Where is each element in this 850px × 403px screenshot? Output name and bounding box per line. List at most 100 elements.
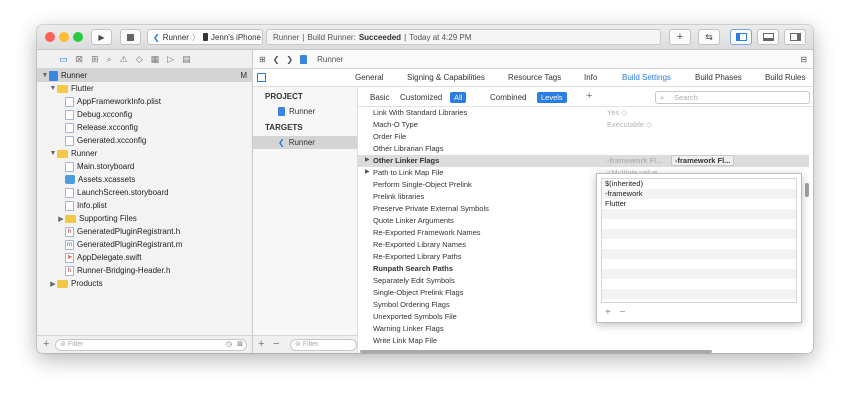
flag-values-list[interactable]: $(inherited) -framework Flutter (601, 178, 797, 303)
setting-row[interactable]: Link With Standard Libraries Yes ◇ (358, 107, 809, 119)
tree-item-file[interactable]: AppFrameworkInfo.plist (37, 95, 253, 108)
warning-icon[interactable]: ⚠ (120, 54, 128, 65)
toggle-debug-button[interactable] (757, 29, 779, 45)
zoom-window-button[interactable] (73, 32, 83, 42)
tree-item-file[interactable]: ➤ AppDelegate.swift (37, 251, 253, 264)
project-item[interactable]: Runner (253, 105, 357, 118)
disclosure-closed-icon[interactable]: ▶ (365, 156, 370, 163)
setting-value-target[interactable]: -framework Fl... (671, 155, 735, 166)
tab-build-rules[interactable]: Build Rules (765, 73, 805, 82)
filter-basic[interactable]: Basic (370, 93, 390, 102)
flag-value-row[interactable]: Flutter (602, 199, 796, 209)
library-button[interactable]: + (669, 29, 691, 45)
report-icon[interactable]: ▤ (182, 54, 191, 65)
settings-search-input[interactable]: ⌕ Search (655, 91, 810, 104)
search-icon[interactable]: ⌕ (107, 54, 112, 65)
symbol-icon[interactable]: ⊞ (91, 54, 99, 65)
add-icon[interactable]: + (43, 338, 49, 350)
xcconfig-file-icon (65, 135, 74, 146)
stop-button[interactable] (120, 29, 141, 45)
setting-name: Link With Standard Libraries (373, 108, 468, 117)
tree-item-file[interactable]: Release.xcconfig (37, 121, 253, 134)
tab-info[interactable]: Info (584, 73, 597, 82)
tab-resource-tags[interactable]: Resource Tags (508, 73, 561, 82)
targets-filter-input[interactable]: ⊜ Filter (290, 339, 357, 351)
back-icon[interactable]: ❮ (273, 55, 280, 64)
disclosure-closed-icon[interactable]: ▶ (49, 280, 57, 288)
debug-icon[interactable]: ▦ (151, 54, 160, 65)
setting-row[interactable]: Warning Linker Flags (358, 323, 809, 335)
add-setting-button[interactable]: + (586, 90, 592, 102)
tab-general[interactable]: General (355, 73, 383, 82)
tree-item-file[interactable]: h GeneratedPluginRegistrant.h (37, 225, 253, 238)
toggle-inspector-button[interactable] (784, 29, 806, 45)
tree-item-file[interactable]: Assets.xcassets (37, 173, 253, 186)
setting-row[interactable]: Mach-O Type Executable ◇ (358, 119, 809, 131)
tree-item-file[interactable]: LaunchScreen.storyboard (37, 186, 253, 199)
plist-file-icon (65, 200, 74, 211)
tree-item-file[interactable]: h Runner-Bridging-Header.h (37, 264, 253, 277)
setting-row[interactable]: Order File (358, 131, 809, 143)
forward-icon[interactable]: ❯ (286, 55, 293, 64)
tree-item-supporting-files[interactable]: ▶ Supporting Files (37, 212, 253, 225)
tree-item-runner-group[interactable]: ▼ Runner (37, 147, 253, 160)
toggle-navigator-button[interactable] (730, 29, 752, 45)
xcodeproj-icon (300, 54, 308, 64)
minimize-window-button[interactable] (59, 32, 69, 42)
target-item-label: Runner (288, 138, 315, 147)
flag-value-row[interactable]: -framework (602, 189, 796, 199)
related-items-icon[interactable]: ⊞ (259, 55, 266, 64)
code-review-button[interactable]: ⇆ (698, 29, 720, 45)
hide-targets-icon[interactable] (257, 73, 266, 82)
tree-item-file[interactable]: Info.plist (37, 199, 253, 212)
tree-item-file[interactable]: m GeneratedPluginRegistrant.m (37, 238, 253, 251)
source-control-icon[interactable]: ⊠ (76, 54, 84, 65)
disclosure-open-icon[interactable]: ▼ (41, 72, 49, 79)
test-icon[interactable]: ◇ (136, 54, 143, 65)
tree-item-file[interactable]: Generated.xcconfig (37, 134, 253, 147)
add-target-icon[interactable]: + (258, 338, 264, 350)
remove-value-button[interactable]: − (620, 307, 626, 318)
flag-value-row[interactable]: $(inherited) (602, 179, 796, 189)
tab-signing[interactable]: Signing & Capabilities (407, 73, 485, 82)
add-value-button[interactable]: + (605, 307, 611, 318)
setting-row[interactable]: Write Link Map File (358, 335, 809, 347)
disclosure-closed-icon[interactable]: ▶ (57, 215, 65, 223)
disclosure-open-icon[interactable]: ▼ (49, 85, 57, 92)
setting-row-other-linker-flags[interactable]: ▶ Other Linker Flags -framework Fl... -f… (358, 155, 809, 167)
xcconfig-file-icon (65, 109, 74, 120)
tab-build-settings[interactable]: Build Settings (622, 73, 671, 82)
objc-file-icon: m (65, 239, 74, 250)
close-window-button[interactable] (45, 32, 55, 42)
add-editor-icon[interactable]: ⊟ (800, 55, 807, 64)
disclosure-closed-icon[interactable]: ▶ (365, 168, 370, 175)
scheme-selector[interactable]: ❮ Runner 〉 Jenn's iPhone (147, 29, 263, 45)
tree-item-products[interactable]: ▶ Products (37, 277, 253, 290)
remove-target-icon[interactable]: − (273, 338, 279, 350)
target-item[interactable]: ❮ Runner (253, 136, 357, 149)
run-button[interactable]: ▶ (91, 29, 112, 45)
tree-item-file[interactable]: Main.storyboard (37, 160, 253, 173)
filter-customized[interactable]: Customized (400, 93, 442, 102)
vertical-scrollbar[interactable] (805, 183, 809, 197)
view-levels[interactable]: Levels (537, 92, 567, 103)
tree-item-file[interactable]: Debug.xcconfig (37, 108, 253, 121)
setting-name: Path to Link Map File (373, 168, 444, 177)
source-control-filter-icon[interactable]: ⊠ (237, 340, 243, 350)
filter-all[interactable]: All (450, 92, 467, 103)
setting-row[interactable]: Other Librarian Flags (358, 143, 809, 155)
tab-build-phases[interactable]: Build Phases (695, 73, 742, 82)
search-placeholder: Search (674, 93, 698, 102)
view-combined[interactable]: Combined (490, 93, 526, 102)
breakpoint-icon[interactable]: ▷ (167, 54, 174, 65)
tree-item-flutter-group[interactable]: ▼ Flutter (37, 82, 253, 95)
empty-row (602, 279, 796, 289)
horizontal-scrollbar[interactable] (360, 350, 712, 353)
recent-files-icon[interactable]: ◷ (226, 340, 232, 350)
tree-item-runner-project[interactable]: ▼ Runner M (37, 69, 253, 82)
disclosure-open-icon[interactable]: ▼ (49, 150, 57, 157)
navigator-filter-input[interactable]: ⊜ Filter ◷ ⊠ (55, 339, 247, 351)
filter-icon: ⊜ (295, 341, 303, 348)
breadcrumb[interactable]: Runner (317, 55, 343, 64)
folder-icon[interactable]: ▭ (59, 54, 68, 65)
